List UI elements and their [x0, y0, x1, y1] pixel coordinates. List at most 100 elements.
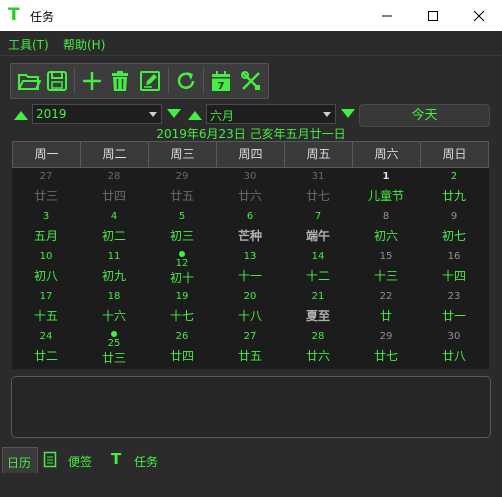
calendar-day-cell[interactable]: 17 十五: [12, 288, 80, 328]
lunar-label: 十一: [237, 269, 262, 283]
tab-calendar-label: 日历: [7, 456, 32, 470]
menu-help[interactable]: 帮助(H): [63, 36, 105, 53]
minimize-button[interactable]: [364, 0, 410, 31]
calendar-day-cell[interactable]: 24 廿二: [12, 328, 80, 368]
calendar-day-cell[interactable]: 31 廿七: [284, 168, 352, 208]
tools-icon: [241, 71, 260, 90]
calendar-day-cell[interactable]: 7 端午: [284, 208, 352, 248]
calendar-day-cell[interactable]: 1 儿童节: [352, 168, 420, 208]
delete-button[interactable]: [106, 67, 134, 95]
calendar-day-cell[interactable]: 29 廿五: [148, 168, 216, 208]
day-number: 17: [39, 291, 53, 302]
maximize-icon: [428, 11, 438, 21]
calendar-icon: 7: [212, 71, 230, 92]
today-button[interactable]: 今天: [359, 104, 490, 127]
minimize-icon: [382, 15, 392, 17]
day-number: 12: [175, 258, 189, 269]
maximize-button[interactable]: [410, 0, 456, 31]
month-down-button[interactable]: [340, 107, 356, 121]
save-button[interactable]: [43, 67, 71, 95]
lunar-label: 初七: [441, 229, 466, 243]
lunar-label: 初三: [169, 229, 194, 243]
calendar-day-cell[interactable]: 22 廿: [352, 288, 420, 328]
calendar-button[interactable]: 7: [207, 67, 235, 95]
task-marker-dot: [179, 251, 185, 257]
calendar-day-cell[interactable]: 6 芒种: [216, 208, 284, 248]
day-number: 8: [382, 211, 390, 222]
calendar-day-cell[interactable]: 20 十八: [216, 288, 284, 328]
calendar-day-cell[interactable]: 10 初八: [12, 248, 80, 288]
bottom-tabs: 日历 便签 T 任务: [0, 447, 502, 475]
day-number: 4: [110, 211, 118, 222]
add-button[interactable]: [78, 67, 106, 95]
lunar-label: 十七: [169, 309, 194, 323]
menu-tools[interactable]: 工具(T): [8, 36, 49, 53]
calendar-day-cell[interactable]: 16 十四: [420, 248, 488, 288]
day-number: 5: [178, 211, 186, 222]
year-down-button[interactable]: [166, 107, 182, 121]
edit-icon: [140, 71, 160, 91]
lunar-label: 十三: [373, 269, 398, 283]
calendar-day-cell[interactable]: 29 廿七: [352, 328, 420, 368]
calendar-day-cell[interactable]: 2 廿九: [420, 168, 488, 208]
refresh-icon: [177, 72, 195, 89]
weekday-header: 周五: [284, 141, 353, 168]
calendar-day-cell[interactable]: 4 初二: [80, 208, 148, 248]
calendar-day-cell[interactable]: 15 十三: [352, 248, 420, 288]
toolbar-separator: [74, 68, 75, 94]
lunar-label: 初八: [33, 269, 58, 283]
calendar-day-cell[interactable]: 26 廿四: [148, 328, 216, 368]
calendar-day-cell[interactable]: 3 五月: [12, 208, 80, 248]
calendar-day-cell[interactable]: 30 廿六: [216, 168, 284, 208]
month-select[interactable]: 六月: [206, 104, 336, 124]
day-number: 11: [107, 251, 121, 262]
lunar-label: 十六: [101, 309, 126, 323]
lunar-label: 廿八: [441, 349, 466, 363]
day-number: 30: [447, 331, 461, 342]
edit-button[interactable]: [136, 67, 164, 95]
calendar-day-cell[interactable]: 11 初九: [80, 248, 148, 288]
close-button[interactable]: [456, 0, 502, 31]
day-number: 27: [243, 331, 257, 342]
tab-calendar[interactable]: 日历: [2, 447, 38, 473]
weekday-header: 周四: [216, 141, 285, 168]
weekday-header: 周三: [148, 141, 217, 168]
add-icon: [83, 72, 101, 90]
calendar-day-cell[interactable]: 25 廿三: [80, 328, 148, 368]
lunar-label: 廿五: [169, 189, 194, 203]
calendar-day-cell[interactable]: 8 初六: [352, 208, 420, 248]
month-up-button[interactable]: [187, 108, 203, 122]
open-button[interactable]: [15, 67, 43, 95]
calendar-day-cell[interactable]: 21 夏至: [284, 288, 352, 328]
lunar-label: 廿五: [237, 349, 262, 363]
calendar-day-cell[interactable]: 12 初十: [148, 248, 216, 288]
lunar-label: 初十: [169, 271, 194, 285]
tools-button[interactable]: [237, 67, 265, 95]
note-icon: [43, 451, 57, 468]
year-select[interactable]: 2019: [32, 104, 162, 124]
lunar-label: 廿三: [101, 351, 126, 365]
day-number: 30: [243, 171, 257, 182]
tab-tasks[interactable]: T 任务: [104, 447, 170, 473]
calendar-day-cell[interactable]: 13 十一: [216, 248, 284, 288]
calendar-day-cell[interactable]: 14 十二: [284, 248, 352, 288]
calendar-day-cell[interactable]: 27 廿五: [216, 328, 284, 368]
calendar-day-cell[interactable]: 5 初三: [148, 208, 216, 248]
calendar-day-cell[interactable]: 28 廿四: [80, 168, 148, 208]
tab-notes[interactable]: 便签: [38, 447, 104, 473]
calendar-day-cell[interactable]: 30 廿八: [420, 328, 488, 368]
calendar-grid: 周一 周二 周三 周四 周五 周六 周日 27 廿三 28 廿四 29 廿五 30 廿六 31 廿七 1 儿童节 2 廿…: [12, 141, 489, 369]
calendar-day-cell[interactable]: 9 初七: [420, 208, 488, 248]
refresh-button[interactable]: [172, 67, 200, 95]
calendar-icon-day: 7: [218, 81, 225, 92]
calendar-day-cell[interactable]: 19 十七: [148, 288, 216, 328]
lunar-label: 廿七: [373, 349, 398, 363]
calendar-day-cell[interactable]: 28 廿六: [284, 328, 352, 368]
year-up-button[interactable]: [13, 108, 29, 122]
tab-tasks-label: 任务: [134, 455, 159, 469]
calendar-day-cell[interactable]: 18 十六: [80, 288, 148, 328]
lunar-label: 廿三: [33, 189, 58, 203]
calendar-day-cell[interactable]: 27 廿三: [12, 168, 80, 208]
memo-textarea[interactable]: [11, 376, 491, 438]
calendar-day-cell[interactable]: 23 廿一: [420, 288, 488, 328]
